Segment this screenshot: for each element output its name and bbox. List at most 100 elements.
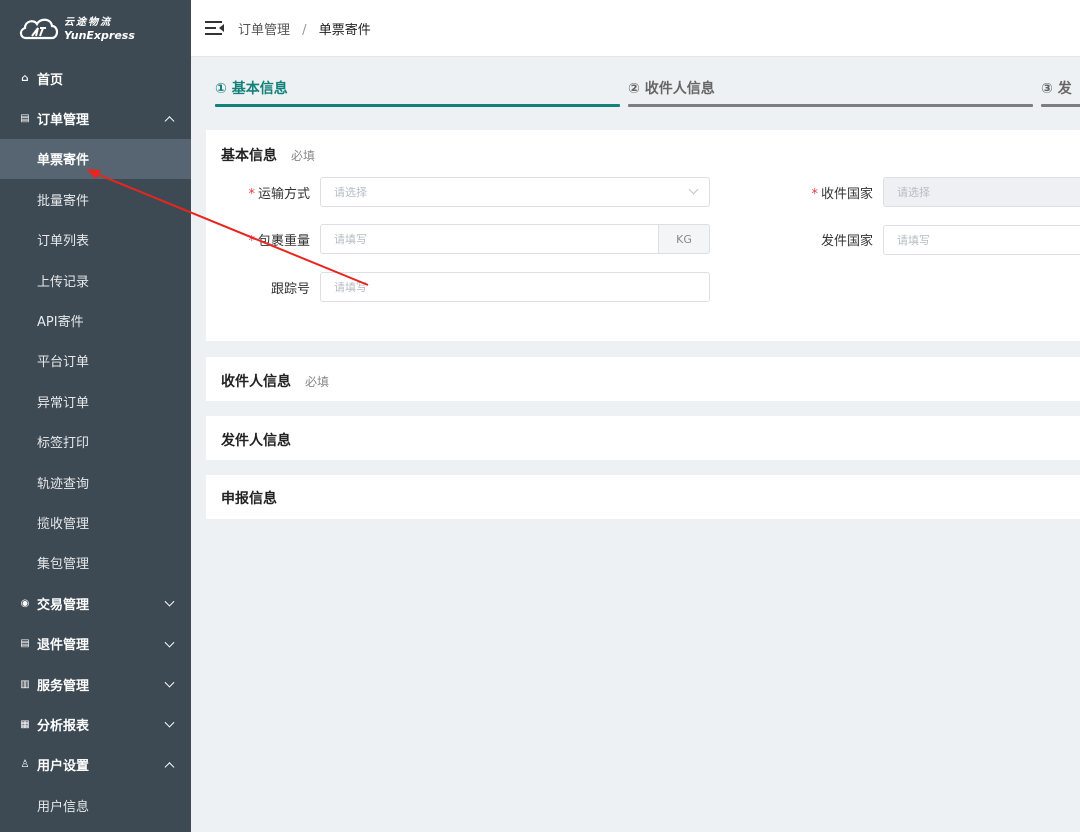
recipient-info-title: 收件人信息	[221, 374, 291, 390]
required-hint: 必填	[305, 375, 330, 389]
declaration-info-section[interactable]: 申报信息	[206, 475, 1080, 519]
sidebar-item-label: 揽收管理	[37, 516, 90, 532]
step-recipient-info[interactable]: ② 收件人信息	[619, 57, 1033, 115]
sidebar-item-13[interactable]: ◉ 交易管理	[0, 583, 191, 623]
declaration-info-title: 申报信息	[221, 491, 277, 507]
sidebar-item-label: 退件管理	[37, 638, 90, 654]
sidebar-item-label: 订单列表	[37, 234, 90, 250]
brand-name-cn: 云途物流	[64, 17, 112, 28]
yunexpress-logo-icon	[19, 18, 59, 40]
sidebar-item-1[interactable]: ▤ 订单管理	[0, 98, 191, 138]
sidebar-item-4[interactable]: 订单列表	[0, 220, 191, 260]
step-bar	[1041, 104, 1080, 107]
input-placeholder: 请填写	[334, 281, 367, 294]
package-weight-label: * 包裹重量	[248, 234, 310, 249]
brand-logo[interactable]: 云途物流 YunExpress	[0, 0, 191, 58]
recipient-info-section[interactable]: 收件人信息 必填	[206, 357, 1080, 401]
sidebar-item-label: 标签打印	[37, 436, 90, 452]
chart-icon: ▦	[20, 718, 30, 730]
sidebar-item-label: 上传记录	[37, 274, 90, 290]
sidebar-item-label: 异常订单	[37, 395, 90, 411]
section-title: 基本信息 必填	[221, 145, 315, 165]
sidebar-item-label: 用户信息	[37, 799, 90, 815]
step-progress: ① 基本信息 ② 收件人信息 ③ 发	[206, 57, 1080, 115]
step-basic-info[interactable]: ① 基本信息	[206, 57, 620, 115]
sidebar-item-6[interactable]: API寄件	[0, 300, 191, 340]
sidebar-item-label: 首页	[37, 72, 64, 88]
breadcrumb-separator: /	[302, 22, 307, 38]
sidebar-item-9[interactable]: 标签打印	[0, 422, 191, 462]
sidebar-item-15[interactable]: ▥ 服务管理	[0, 664, 191, 704]
chevron-up-icon	[164, 115, 175, 126]
basic-info-title: 基本信息	[221, 148, 277, 164]
sidebar-item-14[interactable]: ▤ 退件管理	[0, 623, 191, 663]
chevron-down-icon	[164, 637, 175, 648]
sidebar-item-7[interactable]: 平台订单	[0, 341, 191, 381]
sidebar-item-0[interactable]: ⌂ 首页	[0, 58, 191, 98]
sidebar-item-label: 批量寄件	[37, 193, 90, 209]
sidebar-item-label: 轨迹查询	[37, 476, 90, 492]
select-placeholder: 请选择	[897, 186, 930, 199]
home-icon: ⌂	[21, 72, 29, 84]
sidebar-item-label: 平台订单	[37, 355, 90, 371]
step-bar	[628, 104, 1033, 107]
sidebar-menu: ⌂ 首页 ▤ 订单管理单票寄件批量寄件订单列表上传记录 API寄件平台订单异常订单标签打…	[0, 58, 191, 825]
document-icon: ▤	[20, 638, 30, 650]
sidebar-item-16[interactable]: ▦ 分析报表	[0, 704, 191, 744]
origin-country-label: 发件国家	[820, 234, 873, 249]
tracking-number-input[interactable]: 请填写	[320, 272, 710, 302]
sidebar-item-17[interactable]: ♙ 用户设置	[0, 745, 191, 785]
user-icon: ♙	[20, 759, 30, 771]
menu-collapse-icon[interactable]	[205, 20, 225, 36]
basic-info-section: 基本信息 必填 * 运输方式 请选择 * 收件国家 请选择 * 包裹重量 请填写 KG …	[206, 130, 1080, 341]
chevron-up-icon	[164, 761, 175, 772]
sidebar-item-label: 交易管理	[37, 597, 90, 613]
step-label: ② 收件人信息	[628, 81, 715, 97]
step-label: ③ 发	[1041, 81, 1072, 97]
sidebar-item-8[interactable]: 异常订单	[0, 381, 191, 421]
input-placeholder: 请填写	[334, 233, 367, 246]
section-title: 收件人信息 必填	[221, 371, 329, 391]
transport-method-select[interactable]: 请选择	[320, 177, 710, 207]
sender-info-title: 发件人信息	[221, 433, 291, 449]
package-weight-input[interactable]: 请填写	[320, 224, 659, 254]
sidebar-item-5[interactable]: 上传记录	[0, 260, 191, 300]
sidebar-item-label: 订单管理	[37, 113, 90, 129]
transport-method-label: * 运输方式	[248, 187, 310, 202]
breadcrumb-parent[interactable]: 订单管理	[238, 23, 290, 38]
breadcrumb-current: 单票寄件	[318, 22, 371, 38]
sidebar-item-3[interactable]: 批量寄件	[0, 179, 191, 219]
step-label: ① 基本信息	[215, 81, 288, 97]
sidebar: 云途物流 YunExpress ⌂ 首页 ▤ 订单管理单票寄件批量寄件订单列表上传记录…	[0, 0, 191, 832]
sidebar-item-18[interactable]: 用户信息	[0, 785, 191, 825]
exchange-icon: ◉	[20, 597, 30, 609]
origin-country-input[interactable]: 请填写	[883, 225, 1080, 255]
sidebar-item-11[interactable]: 揽收管理	[0, 502, 191, 542]
sidebar-item-label: 分析报表	[37, 718, 90, 734]
tracking-number-label: 跟踪号	[270, 282, 310, 297]
destination-country-select[interactable]: 请选择	[883, 177, 1080, 207]
service-icon: ▥	[20, 678, 30, 690]
sidebar-item-label: 服务管理	[37, 678, 90, 694]
sidebar-item-label: 集包管理	[37, 557, 90, 573]
step-bar	[215, 104, 620, 107]
sidebar-item-10[interactable]: 轨迹查询	[0, 462, 191, 502]
sender-info-section[interactable]: 发件人信息	[206, 416, 1080, 460]
sidebar-item-label: 用户设置	[37, 759, 90, 775]
brand-name-en: YunExpress	[64, 29, 135, 42]
top-bar: 订单管理 / 单票寄件	[191, 0, 1080, 57]
chevron-down-icon	[164, 596, 175, 607]
chevron-down-icon	[688, 184, 699, 195]
step-sender-info[interactable]: ③ 发	[1032, 57, 1080, 115]
sidebar-item-label: 单票寄件	[37, 153, 90, 169]
sidebar-item-label: API寄件	[37, 315, 84, 331]
select-placeholder: 请选择	[334, 186, 367, 199]
sidebar-item-2[interactable]: 单票寄件	[0, 138, 191, 180]
document-icon: ▤	[20, 113, 30, 125]
destination-country-label: * 收件国家	[811, 187, 873, 202]
chevron-down-icon	[164, 718, 175, 728]
breadcrumb: 订单管理 / 单票寄件	[238, 19, 371, 38]
sidebar-item-12[interactable]: 集包管理	[0, 543, 191, 583]
chevron-down-icon	[164, 677, 175, 688]
required-hint: 必填	[291, 149, 316, 163]
